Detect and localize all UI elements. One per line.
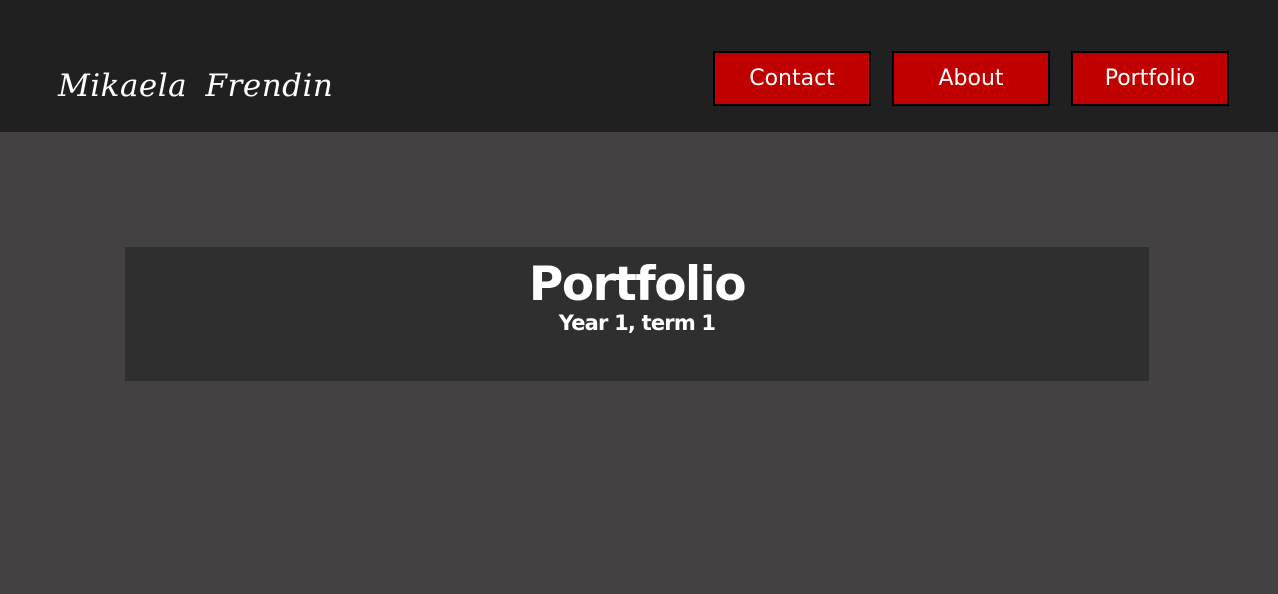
page-title: Portfolio: [528, 257, 747, 312]
nav-about-button[interactable]: About: [892, 51, 1050, 106]
hero-banner: Portfolio Year 1, term 1: [125, 247, 1149, 381]
nav-contact-button[interactable]: Contact: [713, 51, 871, 106]
page-subtitle: Year 1, term 1: [558, 311, 716, 335]
site-header: Mikaela Frendin Contact About Portfolio: [0, 0, 1278, 132]
site-logo[interactable]: Mikaela Frendin: [58, 64, 333, 108]
nav-portfolio-button[interactable]: Portfolio: [1071, 51, 1229, 106]
